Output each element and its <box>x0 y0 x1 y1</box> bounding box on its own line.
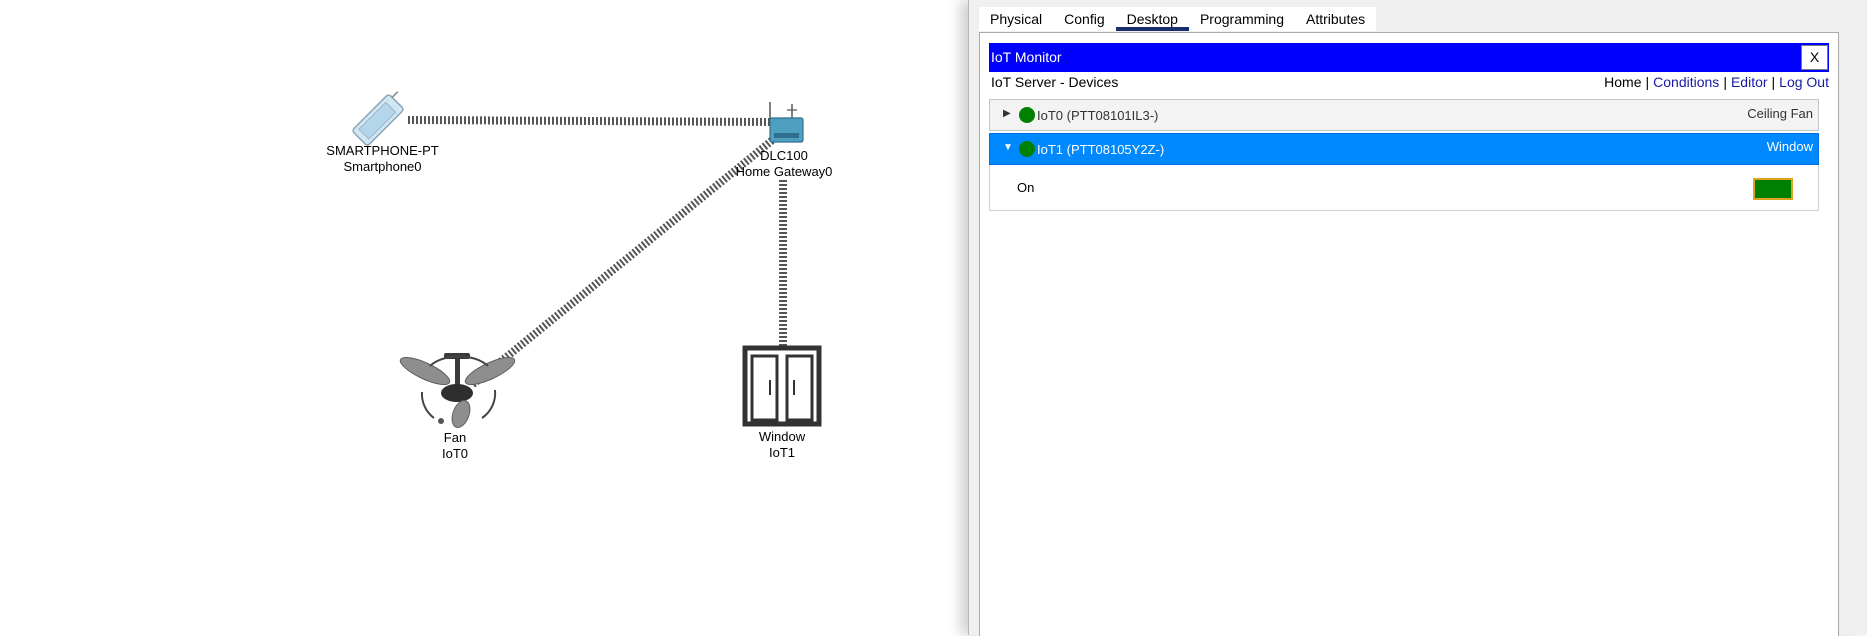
device-detail-panel: On <box>989 165 1819 211</box>
tab-programming[interactable]: Programming <box>1189 7 1295 31</box>
device-model-label: SMARTPHONE-PT <box>326 143 439 158</box>
tab-bar: Physical Config Desktop Programming Attr… <box>979 7 1377 31</box>
window-icon[interactable] <box>742 345 822 427</box>
ceiling-fan-icon[interactable] <box>397 352 518 430</box>
tab-physical[interactable]: Physical <box>979 7 1053 31</box>
window-device-label: Window IoT1 <box>742 429 822 461</box>
device-model-label: Fan <box>443 430 467 445</box>
device-name: IoT0 (PTT08101IL3-) <box>1037 108 1159 123</box>
iot-monitor-titlebar: IoT Monitor X <box>989 43 1829 72</box>
on-state-toggle[interactable] <box>1753 178 1793 200</box>
link-smartphone-gateway[interactable] <box>407 116 776 126</box>
close-button[interactable]: X <box>1801 45 1828 70</box>
device-model-label: DLC100 <box>760 148 808 163</box>
monitor-subheader: IoT Server - Devices Home | Conditions | Edi… <box>989 74 1829 92</box>
status-online-icon <box>1019 107 1035 123</box>
monitor-nav: Home | Conditions | Editor | Log Out <box>1604 74 1829 90</box>
nav-separator: | <box>1771 74 1776 90</box>
chevron-down-icon[interactable]: ▼ <box>1003 142 1013 153</box>
device-name-label: IoT1 <box>768 445 795 460</box>
device-type: Window <box>1766 139 1813 154</box>
smartphone-icon[interactable] <box>352 88 410 146</box>
page-title: IoT Server - Devices <box>991 74 1119 90</box>
nav-conditions-link[interactable]: Conditions <box>1653 74 1719 90</box>
device-row-iot1[interactable]: ▼ IoT1 (PTT08105Y2Z-) Window <box>989 133 1819 165</box>
on-state-label: On <box>1017 180 1035 195</box>
device-config-panel: Physical Config Desktop Programming Attr… <box>968 0 1867 636</box>
nav-editor-link[interactable]: Editor <box>1731 74 1768 90</box>
device-row-iot0[interactable]: ▶ IoT0 (PTT08101IL3-) Ceiling Fan <box>989 99 1819 131</box>
smartphone-device-label: SMARTPHONE-PT Smartphone0 <box>300 143 465 175</box>
nav-logout-link[interactable]: Log Out <box>1779 74 1829 90</box>
device-model-label: Window <box>758 429 806 444</box>
tab-attributes[interactable]: Attributes <box>1295 7 1376 31</box>
nav-home-link[interactable]: Home <box>1604 74 1641 90</box>
tab-desktop[interactable]: Desktop <box>1115 7 1190 31</box>
fan-device-label: Fan IoT0 <box>415 430 495 462</box>
device-type: Ceiling Fan <box>1747 106 1813 121</box>
home-gateway-icon[interactable] <box>769 102 804 143</box>
device-name: IoT1 (PTT08105Y2Z-) <box>1037 142 1165 157</box>
chevron-right-icon[interactable]: ▶ <box>1003 108 1011 119</box>
desktop-content: IoT Monitor X IoT Server - Devices Home |… <box>979 32 1839 636</box>
nav-separator: | <box>1723 74 1727 90</box>
iot-monitor-title: IoT Monitor <box>991 49 1062 65</box>
gateway-device-label: DLC100 Home Gateway0 <box>712 148 856 180</box>
device-name-label: Home Gateway0 <box>735 164 833 179</box>
device-name-label: IoT0 <box>441 446 468 461</box>
topology-canvas <box>352 88 822 430</box>
network-workspace[interactable]: SMARTPHONE-PT Smartphone0 DLC100 Home Ga… <box>0 0 970 635</box>
nav-separator: | <box>1645 74 1650 90</box>
tab-config[interactable]: Config <box>1053 7 1115 31</box>
status-online-icon <box>1019 141 1035 157</box>
device-name-label: Smartphone0 <box>343 159 422 174</box>
